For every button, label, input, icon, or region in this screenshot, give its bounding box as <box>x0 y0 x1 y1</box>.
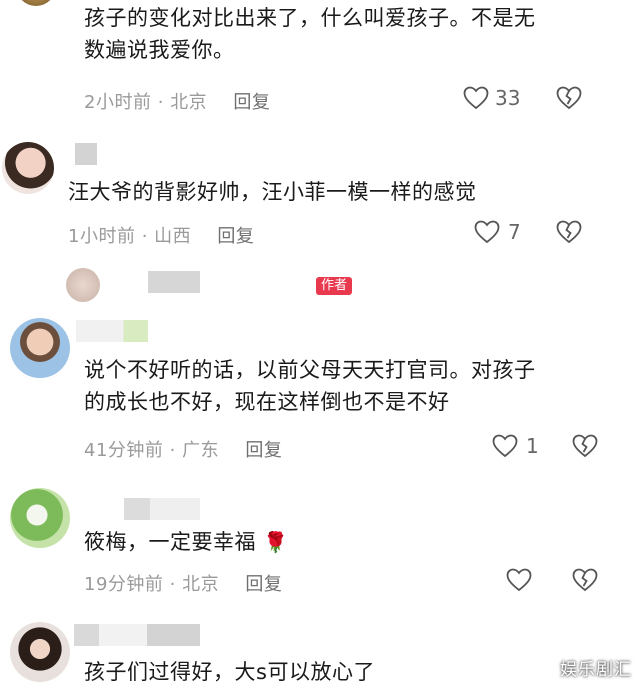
heart-icon <box>463 86 489 110</box>
comment-time: 19分钟前 <box>84 574 164 595</box>
comment-time: 41分钟前 <box>84 440 164 461</box>
reply-button[interactable]: 回复 <box>245 574 282 595</box>
username-blurred <box>124 498 200 520</box>
like-count: 1 <box>526 434 539 458</box>
like-button[interactable]: 1 <box>492 434 539 458</box>
comment-text: 孩子的变化对比出来了，什么叫爱孩子。不是无 数遍说我爱你。 <box>84 6 536 62</box>
comment-time: 1小时前 <box>68 226 136 247</box>
comment-text: 汪大爷的背影好帅，汪小菲一模一样的感觉 <box>68 180 477 204</box>
dislike-button[interactable] <box>556 220 582 248</box>
reply-button[interactable]: 回复 <box>233 92 270 113</box>
like-button[interactable] <box>506 568 532 592</box>
avatar[interactable] <box>66 268 100 302</box>
username-blurred <box>75 143 97 165</box>
avatar[interactable] <box>10 488 70 548</box>
comment-location: 广东 <box>182 440 220 461</box>
meta-separator: · <box>157 92 164 113</box>
author-tag: 作者 <box>316 277 353 295</box>
comment-text: 筱梅，一定要幸福 🌹 <box>84 530 289 554</box>
username-blurred <box>76 320 148 342</box>
meta-separator: · <box>169 440 176 461</box>
comment-text: 孩子们过得好，大s可以放心了 <box>84 660 375 684</box>
meta-separator: · <box>141 226 148 247</box>
broken-heart-icon <box>572 568 598 592</box>
reply-button[interactable]: 回复 <box>217 226 254 247</box>
heart-icon <box>492 434 518 458</box>
like-count: 7 <box>508 220 521 244</box>
like-count: 33 <box>495 86 521 110</box>
comment-meta: 19分钟前 · 北京 回复 <box>84 570 282 596</box>
comment-meta: 41分钟前 · 广东 回复 <box>84 436 282 462</box>
like-button[interactable]: 33 <box>463 86 520 110</box>
rose-emoji: 🌹 <box>263 530 289 554</box>
meta-separator: · <box>169 574 176 595</box>
comment-location: 山西 <box>154 226 192 247</box>
comment-location: 北京 <box>170 92 208 113</box>
heart-icon <box>474 220 500 244</box>
avatar[interactable] <box>16 0 56 6</box>
heart-icon <box>506 568 532 592</box>
avatar[interactable] <box>2 142 54 194</box>
dislike-button[interactable] <box>572 568 598 596</box>
broken-heart-icon <box>572 434 598 458</box>
dislike-button[interactable] <box>556 86 582 114</box>
comment-meta: 1小时前 · 山西 回复 <box>68 222 254 248</box>
comment-text: 说个不好听的话，以前父母天天打官司。对孩子 的成长也不好，现在这样倒也不是不好 <box>84 358 536 414</box>
username-blurred <box>148 271 200 293</box>
broken-heart-icon <box>556 86 582 110</box>
dislike-button[interactable] <box>572 434 598 462</box>
username-blurred <box>74 624 200 646</box>
watermark: 娱乐剧汇 <box>560 660 632 680</box>
reply-button[interactable]: 回复 <box>245 440 282 461</box>
comment-time: 2小时前 <box>84 92 152 113</box>
broken-heart-icon <box>556 220 582 244</box>
avatar[interactable] <box>10 622 70 682</box>
avatar[interactable] <box>10 318 70 378</box>
comment-location: 北京 <box>182 574 220 595</box>
comment-meta: 2小时前 · 北京 回复 <box>84 88 270 114</box>
like-button[interactable]: 7 <box>474 220 521 244</box>
